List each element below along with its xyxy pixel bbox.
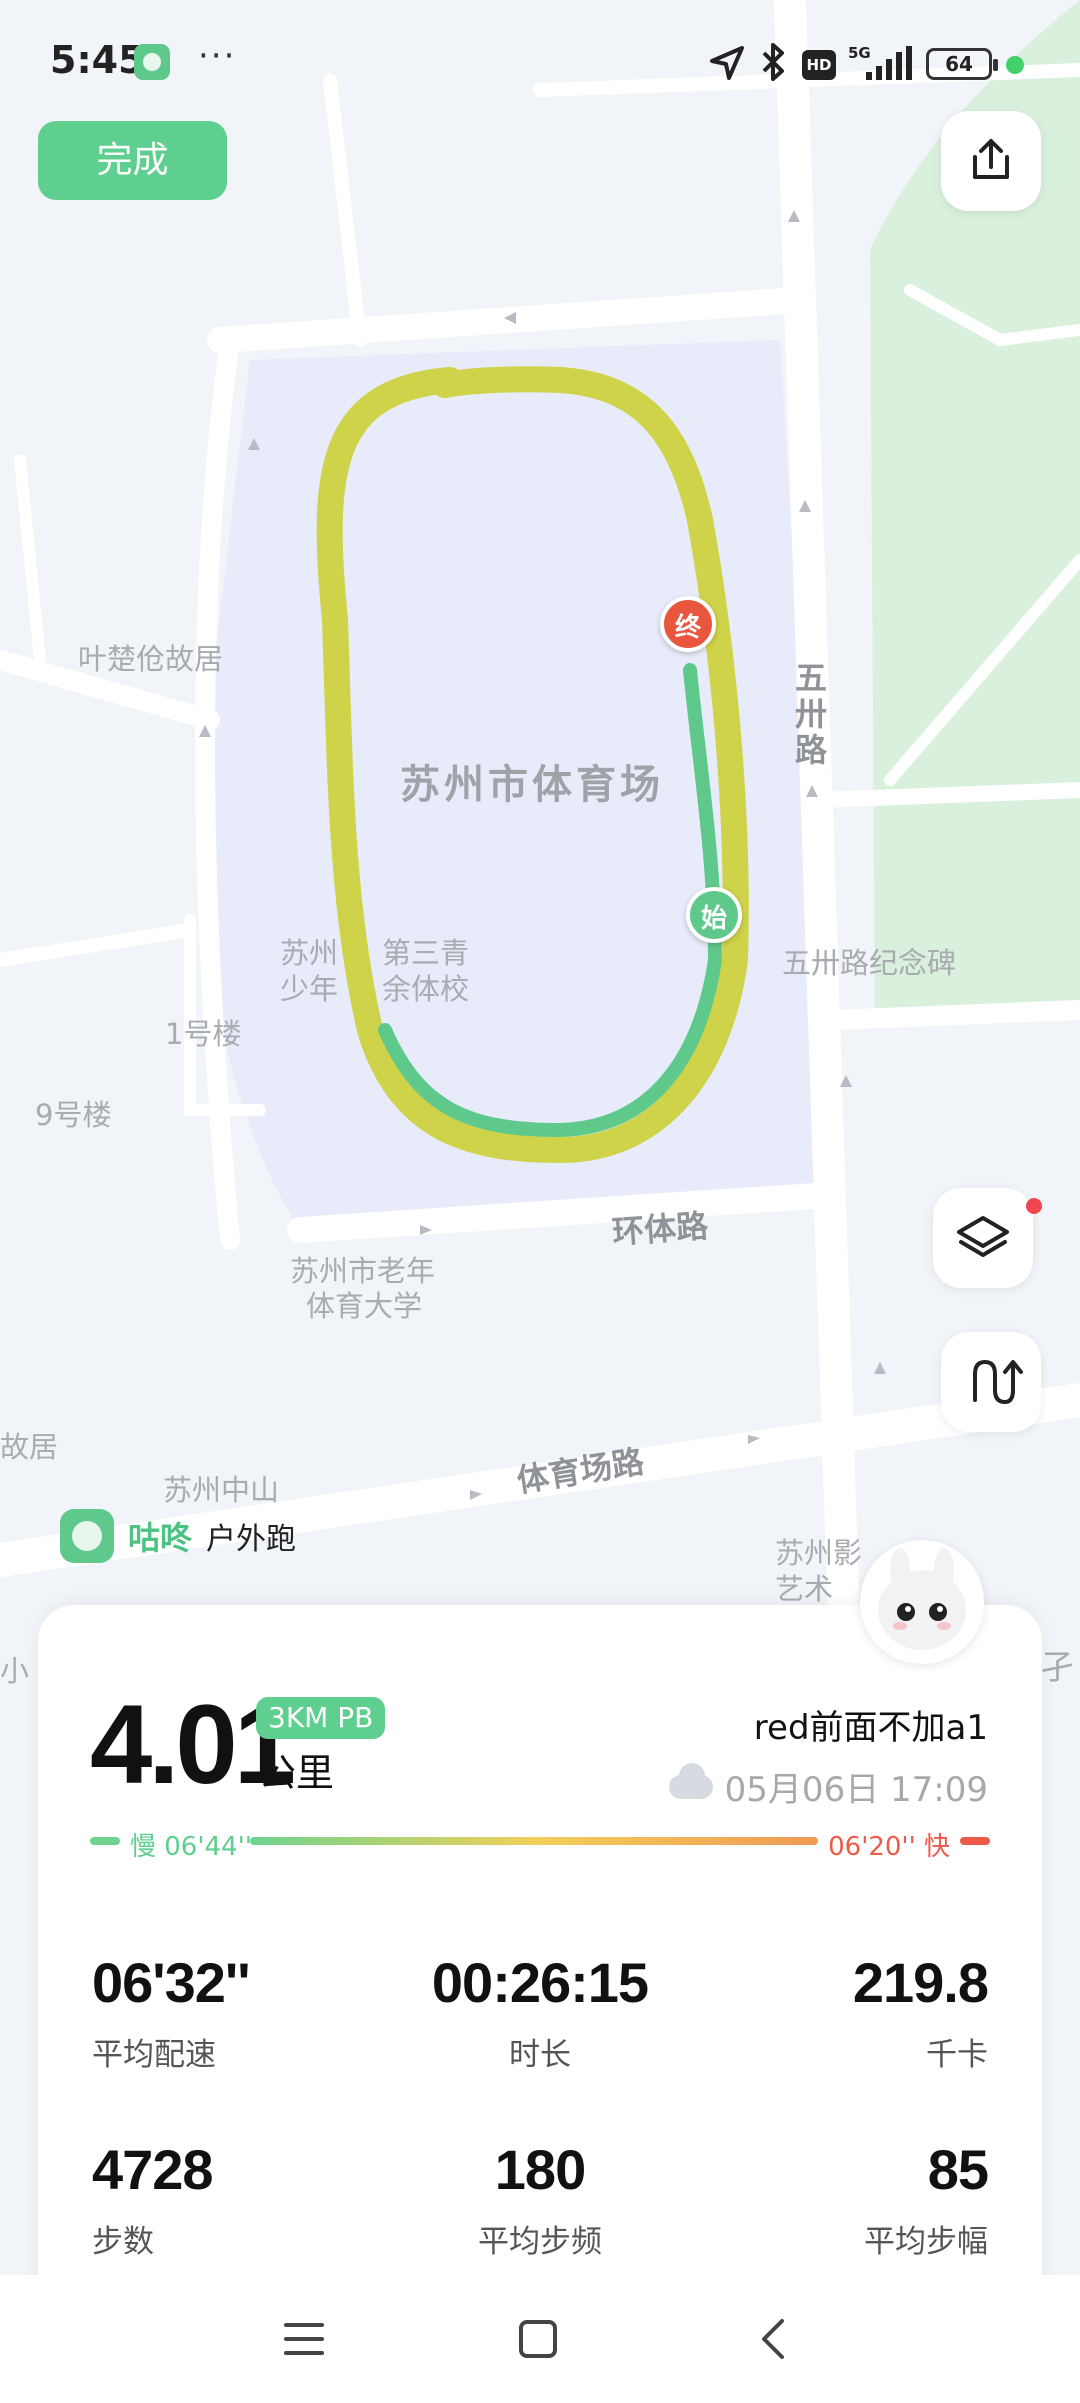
menu-icon[interactable]: [282, 2317, 326, 2361]
brand-name: 咕咚: [128, 1519, 193, 1557]
map-label-huanti-road: 环体路: [610, 1206, 710, 1252]
route-replay-button[interactable]: [941, 1332, 1041, 1432]
avatar[interactable]: [860, 1540, 984, 1664]
pace-legend: 慢 06'44'' 06'20'' 快: [90, 1826, 990, 1862]
stat-stride: 85 平均步幅: [690, 2137, 989, 2261]
mascot-avatar-icon: [878, 1548, 966, 1650]
pace-gradient: [250, 1837, 818, 1845]
map-label-xiao-edge: 小: [0, 1654, 30, 1688]
hd-icon: HD: [802, 50, 836, 80]
status-time: 5:45: [50, 38, 145, 82]
start-pin[interactable]: 始: [686, 887, 742, 943]
stat-label: 平均配速: [92, 2037, 216, 2073]
home-icon[interactable]: [516, 2317, 560, 2361]
route-icon: [973, 1359, 1023, 1405]
brand-watermark: 咕咚 户外跑: [60, 1506, 296, 1566]
signal-icon: [866, 46, 912, 80]
codoon-notification-icon: [134, 44, 170, 80]
map-label-zhongshan: 苏州中山: [163, 1473, 280, 1507]
pb-badge: 3KM PB: [256, 1697, 386, 1739]
map-label-school-c: 少年: [280, 972, 339, 1006]
map-label-elder-uni-b: 体育大学: [306, 1289, 423, 1323]
back-icon[interactable]: [752, 2317, 796, 2361]
map-label-film-b: 艺术: [775, 1572, 834, 1606]
cloudy-weather-icon: [668, 1762, 713, 1799]
layers-notification-dot: [1026, 1198, 1042, 1214]
map-label-ye-chucang: 叶楚伧故居: [78, 642, 224, 676]
stat-value: 00:26:15: [431, 1951, 649, 2014]
layers-icon: [957, 1216, 1009, 1257]
user-name: red前面不加a1: [753, 1708, 988, 1748]
more-notifications-icon: ···: [198, 36, 237, 76]
pace-fast-label: 06'20'' 快: [828, 1832, 950, 1862]
map-label-wuzhou-road: 五卅路: [795, 659, 828, 769]
stat-label: 千卡: [926, 2037, 988, 2073]
stat-value: 4728: [92, 2138, 214, 2201]
map-label-monument: 五卅路纪念碑: [782, 946, 957, 980]
activity-type: 户外跑: [206, 1522, 297, 1557]
share-button[interactable]: [941, 111, 1041, 211]
map-layers-button[interactable]: [933, 1188, 1033, 1288]
stat-calories: 219.8 千卡: [690, 1950, 989, 2074]
system-nav-bar: [0, 2275, 1080, 2403]
map-label-stadium: 苏州市体育场: [400, 762, 664, 808]
stat-label: 时长: [509, 2037, 571, 2073]
map-label-guju-edge: 故居: [0, 1430, 59, 1464]
stat-steps: 4728 步数: [92, 2137, 214, 2261]
done-button[interactable]: 完成: [38, 121, 227, 200]
map-label-school-d: 余体校: [382, 972, 470, 1006]
end-pin[interactable]: 终: [660, 596, 716, 652]
stat-cadence: 180 平均步频: [390, 2137, 690, 2261]
stat-label: 平均步幅: [864, 2224, 988, 2260]
activity-datetime: 05月06日 17:09: [668, 1762, 988, 1811]
slow-cap: [90, 1837, 120, 1845]
stat-label: 步数: [92, 2224, 154, 2260]
stat-value: 180: [494, 2138, 586, 2201]
status-bar: 5:45 ··· HD 5G 64: [0, 0, 1080, 130]
pace-slow-label: 慢 06'44'': [130, 1832, 252, 1862]
share-icon: [973, 139, 1009, 179]
bluetooth-icon: [762, 43, 784, 81]
map-label-building-1: 1号楼: [165, 1017, 242, 1051]
distance-unit: 公里: [258, 1751, 335, 1795]
stat-label: 平均步频: [478, 2224, 602, 2260]
datetime-text: 05月06日 17:09: [724, 1770, 988, 1810]
codoon-logo-icon: [60, 1509, 114, 1563]
stat-avg-pace: 06'32'' 平均配速: [92, 1950, 251, 2074]
map-label-zi-edge: 孑: [1040, 1648, 1074, 1688]
privacy-indicator-icon: [1006, 56, 1024, 74]
location-icon: [710, 46, 744, 80]
battery-icon: 64: [926, 48, 998, 80]
stat-value: 219.8: [852, 1951, 989, 2014]
stat-value: 06'32'': [92, 1951, 251, 2014]
stat-value: 85: [927, 2138, 989, 2201]
fast-cap: [960, 1837, 990, 1845]
stat-duration: 00:26:15 时长: [390, 1950, 690, 2074]
map-label-building-9: 9号楼: [35, 1098, 112, 1132]
